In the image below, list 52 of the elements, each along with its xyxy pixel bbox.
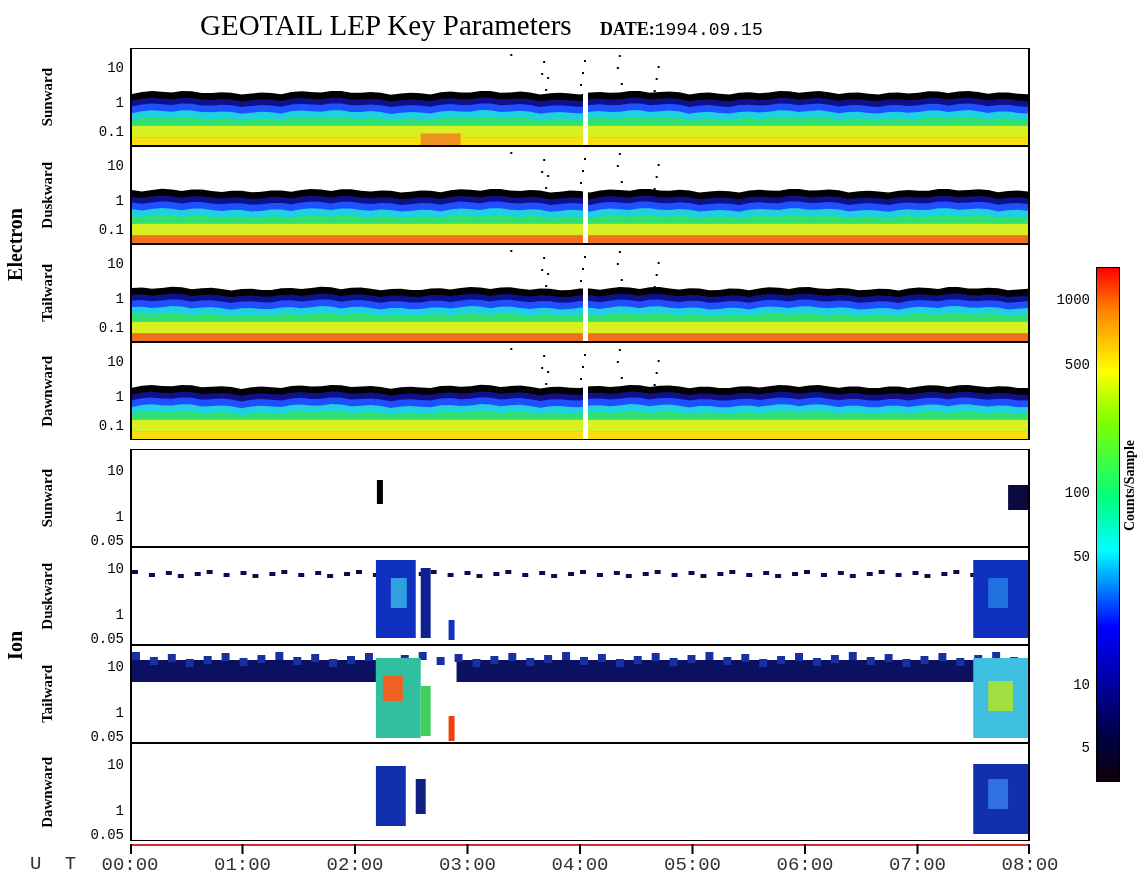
y-tick-label: 10 [107, 463, 124, 478]
direction-label: Duskward [39, 161, 56, 229]
direction-label: Sunward [39, 67, 56, 127]
y-tick-label: 0.1 [98, 419, 124, 434]
y-tick-label: 0.05 [90, 730, 124, 745]
x-tick-label: 06:00 [776, 854, 834, 876]
y-tick-label: 1 [115, 389, 124, 404]
x-tick-label: 08:00 [1001, 854, 1059, 876]
direction-label: Tailward [39, 665, 56, 723]
y-tick-label: 1 [115, 803, 124, 818]
y-tick-label: 1 [115, 95, 124, 110]
x-tick-label: 07:00 [889, 854, 946, 876]
direction-label: Sunward [39, 468, 56, 528]
direction-label: Dawnward [39, 756, 56, 828]
direction-label: Tailward [39, 264, 56, 322]
species-label: Ion [4, 630, 27, 660]
y-tick-label: 0.05 [90, 828, 124, 843]
y-tick-label: 10 [107, 158, 124, 173]
y-tick-label: 10 [107, 60, 124, 75]
y-tick-label: 1 [115, 193, 124, 208]
y-tick-label: 10 [107, 354, 124, 369]
x-tick-label: 03:00 [439, 854, 496, 876]
species-label: Electron [4, 207, 27, 281]
y-tick-label: 1 [115, 607, 124, 622]
y-tick-label: 10 [107, 659, 124, 674]
y-tick-label: 0.1 [98, 223, 124, 238]
colorbar-label: Counts/Sample [1122, 440, 1138, 532]
x-tick-label: 04:00 [551, 854, 609, 876]
y-tick-label: 0.05 [90, 632, 124, 647]
x-tick-label: 00:00 [101, 854, 159, 876]
colorbar-tick-label: 5 [1081, 740, 1090, 757]
direction-label: Duskward [39, 562, 56, 630]
y-tick-label: 1 [115, 509, 124, 524]
x-axis-label: U T [29, 853, 84, 875]
y-tick-label: 10 [107, 561, 124, 576]
plot-date: DATE:1994.09.15 [600, 19, 763, 42]
y-tick-label: 10 [107, 757, 124, 772]
y-tick-label: 0.1 [98, 125, 124, 140]
x-tick-label: 02:00 [326, 854, 384, 876]
direction-label: Dawnward [39, 355, 56, 427]
x-tick-label: 01:00 [214, 854, 271, 876]
y-tick-label: 1 [115, 705, 124, 720]
y-tick-label: 10 [107, 256, 124, 271]
colorbar-tick-label: 1000 [1056, 291, 1090, 308]
colorbar-tick-label: 100 [1064, 484, 1090, 501]
colorbar-tick-label: 50 [1073, 548, 1090, 565]
y-tick-label: 1 [115, 291, 124, 306]
colorbar-tick-label: 10 [1073, 677, 1090, 694]
y-tick-label: 0.1 [98, 321, 124, 336]
y-tick-label: 0.05 [90, 534, 124, 549]
x-tick-label: 05:00 [664, 854, 721, 876]
colorbar-tick-label: 500 [1064, 356, 1090, 373]
